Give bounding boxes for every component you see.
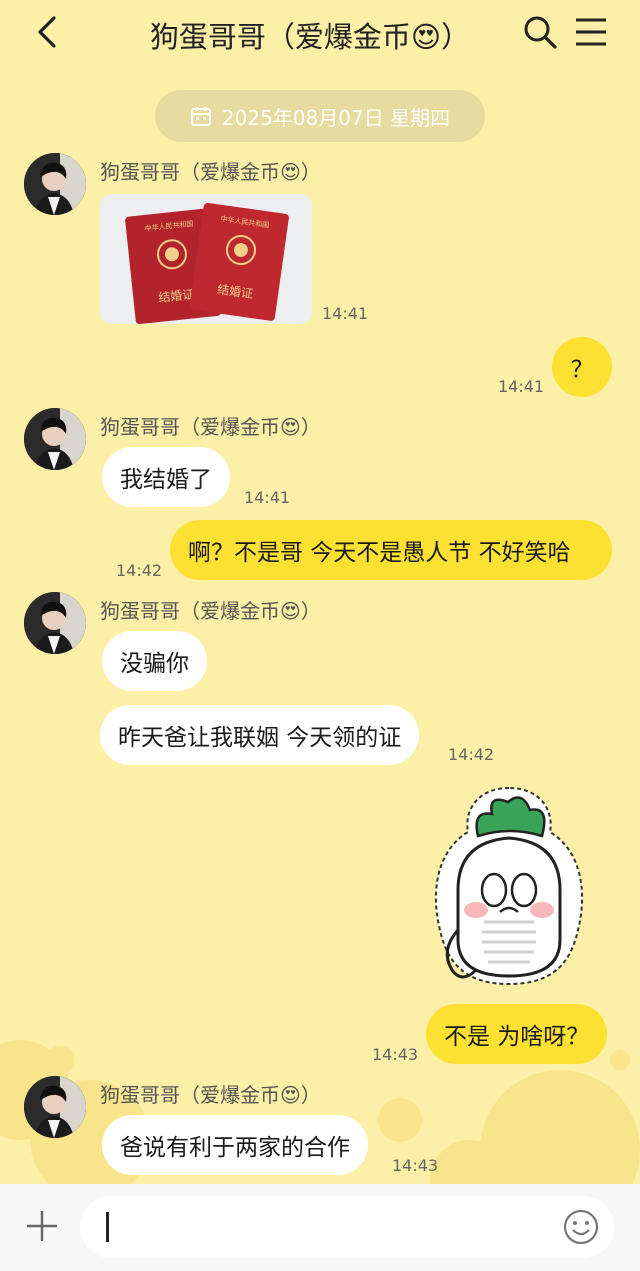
chat-title: 狗蛋哥哥（爱爆金币😍）: [149, 20, 471, 54]
sender-name: 狗蛋哥哥（爱爆金币😍）: [100, 415, 321, 439]
emoji-icon[interactable]: [562, 1208, 600, 1246]
plus-icon[interactable]: [22, 1206, 62, 1246]
text-caret: [106, 1212, 109, 1242]
avatar[interactable]: [24, 592, 86, 654]
avatar[interactable]: [24, 153, 86, 215]
avatar[interactable]: [24, 1076, 86, 1138]
message-time: 14:41: [244, 488, 291, 507]
message-time: 14:42: [448, 745, 495, 764]
date-text: 2025年08月07日 星期四: [221, 105, 451, 130]
search-icon[interactable]: [520, 12, 560, 52]
message-time: 14:43: [392, 1156, 439, 1175]
input-bar: [0, 1184, 640, 1271]
message-time: 14:41: [498, 377, 545, 396]
date-divider: 2025年08月07日 星期四: [155, 90, 485, 142]
menu-icon[interactable]: [572, 12, 610, 52]
message-bubble-received[interactable]: 爸说有利于两家的合作: [102, 1115, 368, 1175]
chat-header: 狗蛋哥哥（爱爆金币😍）: [0, 0, 640, 66]
message-bubble-sent[interactable]: 不是 为啥呀？: [426, 1004, 608, 1064]
sender-name: 狗蛋哥哥（爱爆金币😍）: [100, 1083, 321, 1107]
message-time: 14:41: [322, 304, 369, 323]
radish-sticker[interactable]: [418, 780, 600, 992]
message-bubble-received[interactable]: 昨天爸让我联姻 今天领的证: [100, 705, 420, 765]
message-bubble-received[interactable]: 没骗你: [102, 631, 207, 691]
message-time: 14:43: [372, 1045, 419, 1064]
marriage-certificate-image[interactable]: 中华人民共和国 结婚证 中华人民共和国 结婚证: [100, 194, 312, 324]
message-bubble-received[interactable]: 我结婚了: [102, 447, 230, 507]
message-bubble-sent[interactable]: 啊？不是哥 今天不是愚人节 不好笑哈: [170, 520, 612, 580]
sender-name: 狗蛋哥哥（爱爆金币😍）: [100, 599, 321, 623]
message-bubble-sent[interactable]: ？: [552, 337, 612, 397]
back-arrow-icon[interactable]: [30, 12, 66, 52]
message-time: 14:42: [116, 561, 163, 580]
avatar[interactable]: [24, 408, 86, 470]
calendar-icon: [190, 107, 211, 126]
sender-name: 狗蛋哥哥（爱爆金币😍）: [100, 160, 321, 184]
message-input[interactable]: [80, 1196, 614, 1258]
